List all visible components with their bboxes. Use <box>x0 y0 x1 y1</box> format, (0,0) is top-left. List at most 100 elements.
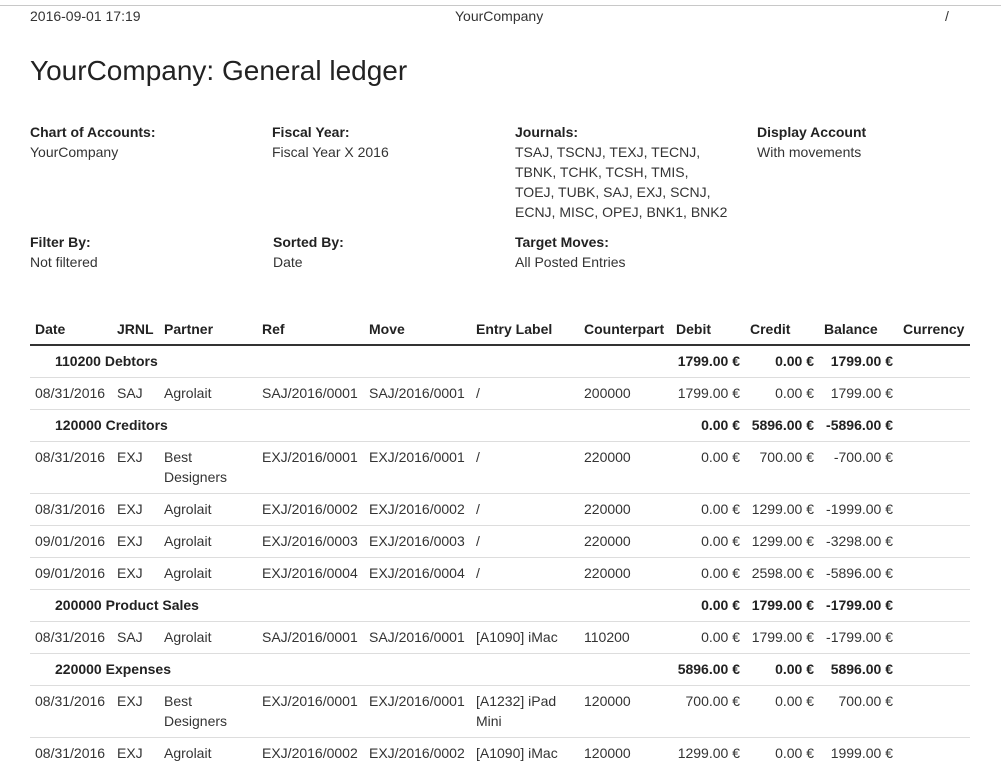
cell-ref: EXJ/2016/0002 <box>257 738 364 769</box>
cell-credit: 0.00 € <box>745 738 819 769</box>
filter-chart-of-accounts: Chart of Accounts: YourCompany <box>30 122 260 162</box>
cell-entry-label: [A1232] iPad Mini <box>471 686 579 738</box>
cell-entry-label: / <box>471 494 579 526</box>
cell-journal: EXJ <box>112 442 159 494</box>
report-title: YourCompany: General ledger <box>30 55 407 87</box>
ledger-body: 110200 Debtors1799.00 €0.00 €1799.00 €08… <box>30 345 970 769</box>
filter-value-line: TBNK, TCHK, TCSH, TMIS, <box>515 162 745 182</box>
general-ledger-table: Date JRNL Partner Ref Move Entry Label C… <box>30 316 970 769</box>
cell-move: EXJ/2016/0004 <box>364 558 471 590</box>
cell-partner: Agrolait <box>159 622 257 654</box>
cell-balance: 1999.00 € <box>819 738 898 769</box>
cell-entry-label: / <box>471 558 579 590</box>
cell-date: 08/31/2016 <box>30 378 112 410</box>
filter-value: Fiscal Year X 2016 <box>272 142 502 162</box>
cell-credit: 700.00 € <box>745 442 819 494</box>
account-debit: 0.00 € <box>671 590 745 622</box>
account-currency <box>898 590 970 622</box>
cell-currency <box>898 558 970 590</box>
filter-value-line: TSAJ, TSCNJ, TEXJ, TECNJ, <box>515 142 745 162</box>
filter-label: Journals: <box>515 122 745 142</box>
cell-ref: EXJ/2016/0002 <box>257 494 364 526</box>
cell-credit: 0.00 € <box>745 378 819 410</box>
filter-value: Date <box>273 252 503 272</box>
account-credit: 1799.00 € <box>745 590 819 622</box>
column-header: JRNL <box>112 316 159 345</box>
cell-move: EXJ/2016/0002 <box>364 738 471 769</box>
filter-label: Display Account <box>757 122 987 142</box>
filter-display-account: Display Account With movements <box>757 122 987 162</box>
cell-debit: 0.00 € <box>671 622 745 654</box>
cell-counterpart: 200000 <box>579 378 671 410</box>
table-row: 08/31/2016EXJBest DesignersEXJ/2016/0001… <box>30 686 970 738</box>
cell-counterpart: 220000 <box>579 442 671 494</box>
account-debit: 1799.00 € <box>671 345 745 378</box>
cell-counterpart: 220000 <box>579 494 671 526</box>
cell-counterpart: 120000 <box>579 738 671 769</box>
table-row: 08/31/2016EXJAgrolaitEXJ/2016/0002EXJ/20… <box>30 738 970 769</box>
cell-currency <box>898 378 970 410</box>
account-row: 200000 Product Sales0.00 €1799.00 €-1799… <box>30 590 970 622</box>
account-row: 120000 Creditors0.00 €5896.00 €-5896.00 … <box>30 410 970 442</box>
cell-date: 08/31/2016 <box>30 738 112 769</box>
column-header: Balance <box>819 316 898 345</box>
filter-value: With movements <box>757 142 987 162</box>
cell-ref: SAJ/2016/0001 <box>257 622 364 654</box>
table-row: 08/31/2016SAJAgrolaitSAJ/2016/0001SAJ/20… <box>30 378 970 410</box>
cell-partner: Agrolait <box>159 378 257 410</box>
cell-currency <box>898 738 970 769</box>
cell-credit: 0.00 € <box>745 686 819 738</box>
account-name: 200000 Product Sales <box>30 590 671 622</box>
account-balance: 1799.00 € <box>819 345 898 378</box>
table-row: 08/31/2016SAJAgrolaitSAJ/2016/0001SAJ/20… <box>30 622 970 654</box>
column-header: Ref <box>257 316 364 345</box>
column-header: Currency <box>898 316 970 345</box>
account-currency <box>898 654 970 686</box>
cell-journal: EXJ <box>112 738 159 769</box>
cell-date: 08/31/2016 <box>30 686 112 738</box>
cell-partner: Best Designers <box>159 442 257 494</box>
cell-debit: 0.00 € <box>671 558 745 590</box>
cell-debit: 700.00 € <box>671 686 745 738</box>
cell-debit: 0.00 € <box>671 442 745 494</box>
cell-currency <box>898 442 970 494</box>
table-row: 08/31/2016EXJAgrolaitEXJ/2016/0002EXJ/20… <box>30 494 970 526</box>
cell-move: EXJ/2016/0001 <box>364 442 471 494</box>
cell-partner: Agrolait <box>159 738 257 769</box>
filter-label: Fiscal Year: <box>272 122 502 142</box>
cell-ref: EXJ/2016/0001 <box>257 442 364 494</box>
cell-move: EXJ/2016/0001 <box>364 686 471 738</box>
cell-credit: 1799.00 € <box>745 622 819 654</box>
account-currency <box>898 345 970 378</box>
cell-journal: SAJ <box>112 622 159 654</box>
cell-journal: SAJ <box>112 378 159 410</box>
account-balance: -1799.00 € <box>819 590 898 622</box>
filter-value: Not filtered <box>30 252 260 272</box>
cell-counterpart: 110200 <box>579 622 671 654</box>
cell-entry-label: [A1090] iMac <box>471 622 579 654</box>
cell-partner: Agrolait <box>159 526 257 558</box>
filter-value-line: TOEJ, TUBK, SAJ, EXJ, SCNJ, <box>515 182 745 202</box>
cell-date: 08/31/2016 <box>30 442 112 494</box>
filter-label: Filter By: <box>30 232 260 252</box>
column-header: Partner <box>159 316 257 345</box>
cell-move: EXJ/2016/0002 <box>364 494 471 526</box>
cell-currency <box>898 622 970 654</box>
cell-journal: EXJ <box>112 494 159 526</box>
cell-debit: 1299.00 € <box>671 738 745 769</box>
account-currency <box>898 410 970 442</box>
cell-entry-label: / <box>471 378 579 410</box>
cell-ref: SAJ/2016/0001 <box>257 378 364 410</box>
cell-currency <box>898 686 970 738</box>
print-company: YourCompany <box>455 8 543 24</box>
cell-partner: Best Designers <box>159 686 257 738</box>
cell-partner: Agrolait <box>159 494 257 526</box>
filter-sorted-by: Sorted By: Date <box>273 232 503 272</box>
print-header: 2016-09-01 17:19 YourCompany / <box>0 8 1001 26</box>
cell-balance: 700.00 € <box>819 686 898 738</box>
cell-counterpart: 220000 <box>579 526 671 558</box>
print-datetime: 2016-09-01 17:19 <box>30 8 141 24</box>
filter-label: Sorted By: <box>273 232 503 252</box>
cell-entry-label: [A1090] iMac <box>471 738 579 769</box>
table-row: 09/01/2016EXJAgrolaitEXJ/2016/0004EXJ/20… <box>30 558 970 590</box>
